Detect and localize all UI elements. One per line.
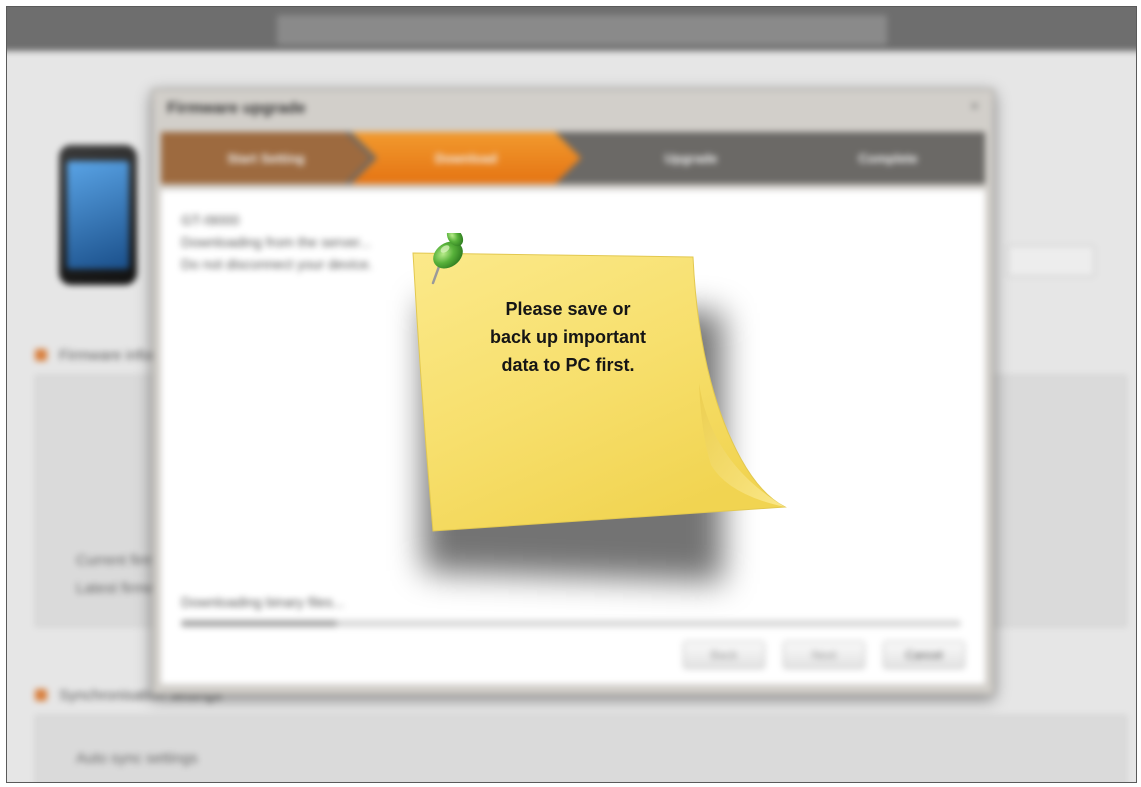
app-window: Firmware information Current firmware La… <box>6 6 1137 783</box>
note-line-2: back up important <box>489 327 646 347</box>
app-titlebar-center <box>277 15 887 45</box>
step-progress-bar: Start Setting Download Upgrade Complete <box>161 132 985 184</box>
phone-screen <box>67 161 129 269</box>
sticky-note-paper <box>412 233 787 532</box>
step-start-setting: Start Setting <box>161 132 371 184</box>
sticky-note: Please save or back up important data to… <box>411 233 791 538</box>
note-line-3: data to PC first. <box>501 355 635 375</box>
dialog-title: Firmware upgrade <box>167 100 306 117</box>
app-titlebar <box>7 7 1136 51</box>
status-line-2: Do not disconnect your device. <box>181 256 373 272</box>
sticky-note-text: Please save or back up important data to… <box>463 295 673 379</box>
note-line-1: Please save or <box>505 299 631 319</box>
section-bullet-icon <box>35 689 47 701</box>
step-upgrade: Upgrade <box>664 150 718 166</box>
app-side-button[interactable] <box>1007 245 1095 277</box>
status-line-1: Downloading from the server... <box>181 234 371 250</box>
section-bullet-icon <box>35 349 47 361</box>
auto-sync-label[interactable]: Auto sync settings <box>76 750 198 767</box>
step-complete: Complete <box>858 150 918 166</box>
back-button[interactable]: Back <box>683 641 765 669</box>
step-download: Download <box>351 132 581 184</box>
phone-icon <box>59 145 137 285</box>
cancel-button[interactable]: Cancel <box>883 641 965 669</box>
device-model: GT-I9000 <box>181 212 240 228</box>
sync-settings-panel: Auto sync settings <box>35 715 1127 782</box>
next-button[interactable]: Next <box>783 641 865 669</box>
progress-label: Downloading binary files... <box>181 594 345 610</box>
close-icon[interactable]: × <box>970 98 979 115</box>
progress-fill <box>181 620 337 627</box>
divider <box>161 710 985 711</box>
progress-bar <box>181 620 961 627</box>
